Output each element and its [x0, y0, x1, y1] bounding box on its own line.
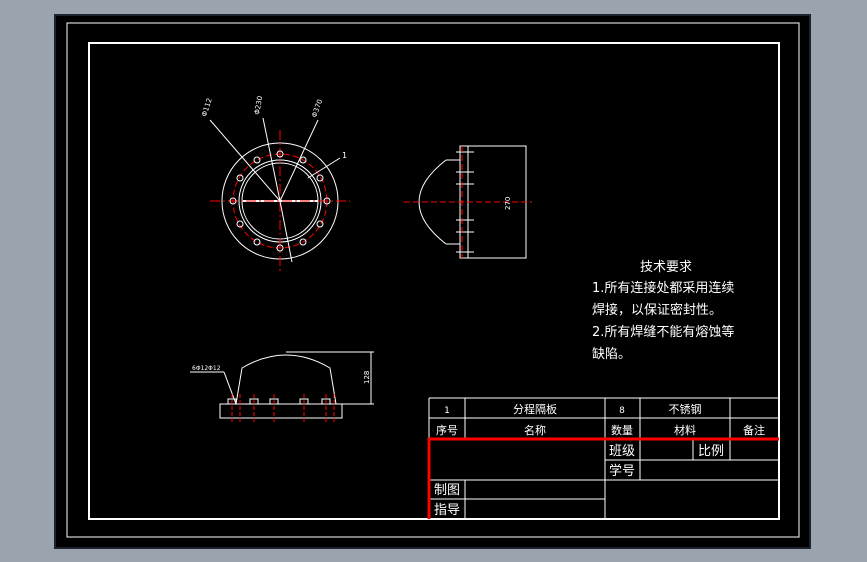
header-name: 名称: [524, 423, 546, 437]
tech-req-line-4: 缺陷。: [592, 347, 631, 362]
guided-by-label: 指导: [434, 503, 460, 518]
drawing-canvas: Φ112 Φ230 Φ370 1 270 6Φ12Φ12 128 技术要求 1.…: [54, 14, 811, 549]
tech-req-line-2: 焊接，以保证密封性。: [592, 302, 722, 318]
student-no-label: 学号: [609, 463, 635, 479]
header-material: 材料: [674, 423, 696, 437]
row1-material: 不锈钢: [669, 403, 702, 416]
class-label: 班级: [609, 444, 635, 459]
part-number-label: 1: [342, 151, 347, 160]
header-seq: 序号: [436, 423, 458, 437]
row1-name: 分程隔板: [513, 402, 557, 416]
header-qty: 数量: [611, 424, 633, 437]
tech-req-title: 技术要求: [640, 260, 692, 275]
dim-front-height: 128: [363, 371, 371, 384]
drawn-by-label: 制图: [434, 483, 460, 498]
row1-qty: 8: [619, 406, 625, 416]
tech-req-line-1: 1.所有连接处都采用连续: [592, 280, 734, 296]
row1-seq: 1: [444, 406, 450, 416]
front-leader-label: 6Φ12Φ12: [192, 365, 221, 372]
tech-req-line-3: 2.所有焊缝不能有熔蚀等: [592, 324, 734, 340]
header-remark: 备注: [743, 423, 765, 437]
scale-label: 比例: [698, 444, 724, 459]
dim-side-height: 270: [504, 197, 512, 210]
cad-viewer: Φ112 Φ230 Φ370 1 270 6Φ12Φ12 128 技术要求 1.…: [0, 0, 867, 562]
